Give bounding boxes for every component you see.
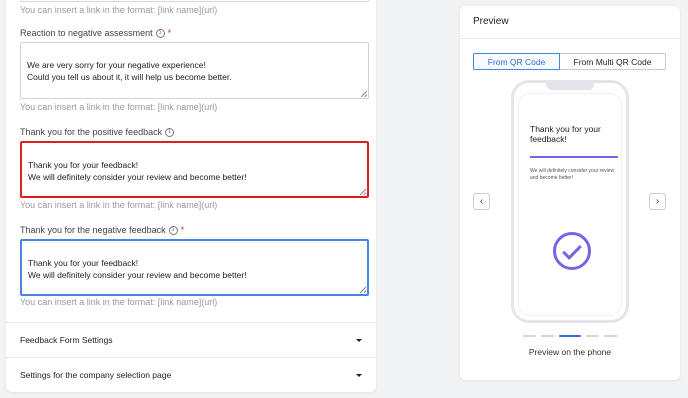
previous-slide-button[interactable]: ‹ <box>473 193 490 210</box>
preview-divider <box>460 38 680 39</box>
positive-thanks-textarea[interactable]: Thank you for your feedback! We will def… <box>20 141 369 198</box>
negative-reaction-value: We are very sorry for your negative expe… <box>27 60 232 82</box>
pager-dot[interactable] <box>541 335 554 337</box>
caret-down-icon <box>356 338 362 342</box>
resize-grip-icon[interactable] <box>361 91 367 97</box>
caret-down-icon <box>356 373 362 377</box>
phone-title-underline <box>530 156 618 158</box>
phone-thanks-title: Thank you for your feedback! <box>530 124 601 144</box>
chevron-right-icon: › <box>655 196 660 207</box>
check-circle-icon <box>553 232 591 270</box>
negative-thanks-textarea[interactable]: Thank you for your feedback! We will def… <box>20 239 369 296</box>
preview-caption: Preview on the phone <box>528 347 612 357</box>
chevron-left-icon: ‹ <box>479 196 484 207</box>
section-divider <box>6 357 376 358</box>
tab-from-multi-qr-code[interactable]: From Multi QR Code <box>560 53 666 70</box>
negative-thanks-label: Thank you for the negative feedback i * <box>20 225 184 235</box>
next-slide-button[interactable]: › <box>649 193 666 210</box>
tab-from-qr-code[interactable]: From QR Code <box>473 53 560 70</box>
preview-title: Preview <box>473 16 509 27</box>
previous-field-bottom <box>20 0 369 2</box>
pager-dot[interactable] <box>523 335 536 337</box>
negative-reaction-label: Reaction to negative assessment i * <box>20 28 171 38</box>
accordion-label: Feedback Form Settings <box>20 335 113 345</box>
checkmark-icon <box>562 240 582 260</box>
info-icon[interactable]: i <box>165 127 175 137</box>
accordion-company-selection-settings[interactable]: Settings for the company selection page <box>20 366 362 384</box>
negative-thanks-value: Thank you for your feedback! We will def… <box>28 258 247 280</box>
negative-reaction-label-text: Reaction to negative assessment <box>20 28 153 38</box>
phone-notch <box>546 82 594 90</box>
link-format-hint: You can insert a link in the format: [li… <box>20 102 218 112</box>
positive-thanks-value: Thank you for your feedback! We will def… <box>28 160 247 182</box>
phone-thanks-body: We will definitely consider your review … <box>530 168 615 181</box>
positive-thanks-label-text: Thank you for the positive feedback <box>20 127 163 137</box>
link-format-hint: You can insert a link in the format: [li… <box>20 5 218 15</box>
pager-dot[interactable] <box>586 335 599 337</box>
phone-screen: Thank you for your feedback! We will def… <box>518 93 622 316</box>
pager-dot-active[interactable] <box>559 335 581 337</box>
preview-panel: Preview From QR Code From Multi QR Code … <box>460 6 680 380</box>
feedback-settings-panel: You can insert a link in the format: [li… <box>6 0 376 392</box>
required-mark: * <box>167 28 172 38</box>
info-icon[interactable]: i <box>155 28 165 38</box>
resize-grip-icon[interactable] <box>360 189 366 195</box>
section-divider <box>6 322 376 323</box>
negative-reaction-textarea[interactable]: We are very sorry for your negative expe… <box>20 42 369 99</box>
info-icon[interactable]: i <box>168 225 178 235</box>
accordion-label: Settings for the company selection page <box>20 370 172 380</box>
pager-dot[interactable] <box>604 335 617 337</box>
slide-pager <box>523 335 617 337</box>
negative-thanks-label-text: Thank you for the negative feedback <box>20 225 166 235</box>
link-format-hint: You can insert a link in the format: [li… <box>20 297 218 307</box>
resize-grip-icon[interactable] <box>360 287 366 293</box>
required-mark: * <box>180 225 185 235</box>
link-format-hint: You can insert a link in the format: [li… <box>20 200 218 210</box>
positive-thanks-label: Thank you for the positive feedback i <box>20 127 175 137</box>
accordion-feedback-form-settings[interactable]: Feedback Form Settings <box>20 331 362 349</box>
phone-mockup: Thank you for your feedback! We will def… <box>511 80 629 323</box>
